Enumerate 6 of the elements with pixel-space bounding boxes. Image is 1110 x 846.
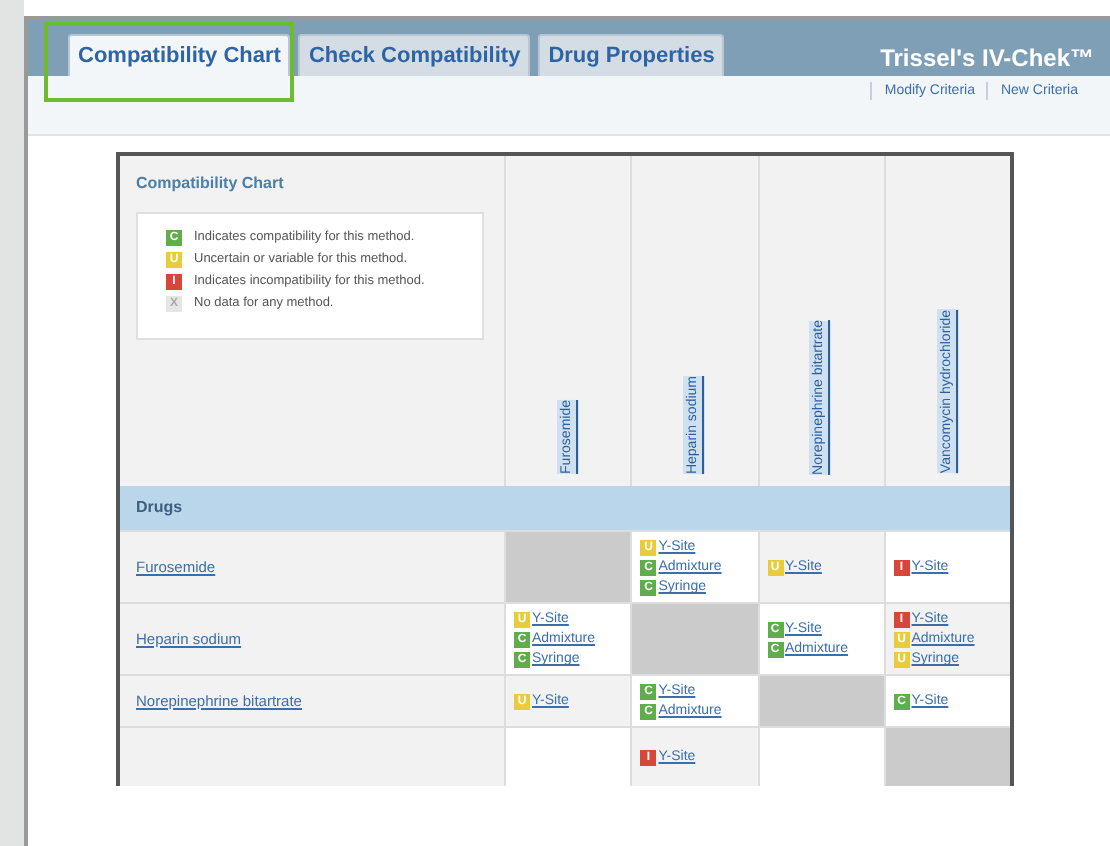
tab[interactable]: Drug Properties [538,34,725,76]
tab[interactable]: Compatibility Chart [68,34,291,76]
tab[interactable]: Check Compatibility [298,34,531,76]
app-title: Trissel's IV-Chek™ [880,42,1094,76]
chart-title: Compatibility Chart [134,172,286,196]
section-header: Drugs [120,486,1010,530]
